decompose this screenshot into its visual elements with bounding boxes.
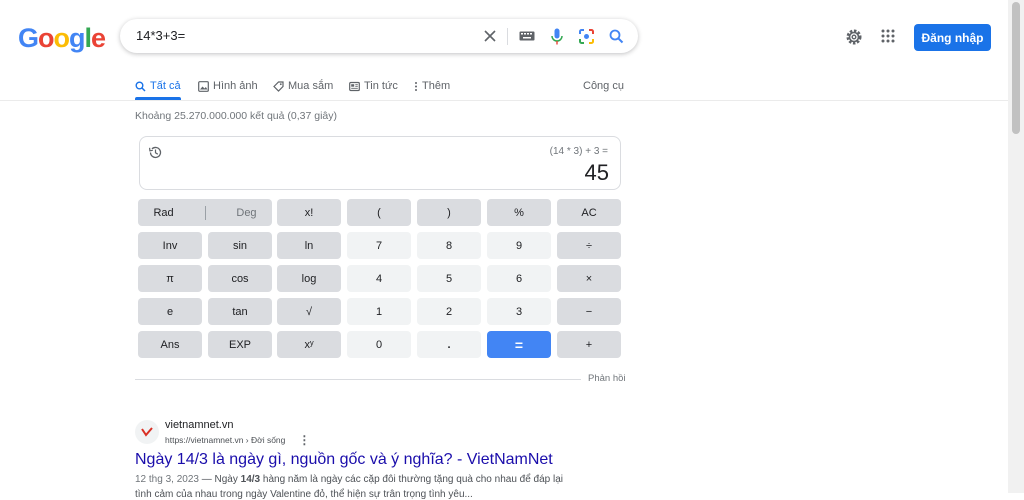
scrollbar-thumb[interactable] [1012,2,1020,134]
page-scrollbar[interactable] [1008,0,1024,493]
logo-letter: e [91,23,106,53]
apps-grid-icon[interactable] [880,28,898,46]
key-factorial[interactable]: x! [277,199,341,226]
key-divide[interactable]: ÷ [557,232,621,259]
search-icon [135,81,146,92]
key-multiply[interactable]: × [557,265,621,292]
tab-label: Thêm [422,80,451,92]
tab-more[interactable]: Thêm [414,75,450,97]
key-percent[interactable]: % [487,199,551,226]
key-e[interactable]: e [138,298,202,325]
site-url-row: https://vietnamnet.vn › Đời sống ⋮ [165,433,310,447]
snippet-text: — Ngày [198,474,241,485]
logo-letter: g [69,23,85,53]
key-decimal[interactable]: . [417,331,481,358]
divider [507,28,508,45]
key-tan[interactable]: tan [208,298,272,325]
search-icon[interactable] [606,26,626,46]
key-3[interactable]: 3 [487,298,551,325]
keyboard-icon[interactable] [517,26,537,46]
key-minus[interactable]: − [557,298,621,325]
key-5[interactable]: 5 [417,265,481,292]
logo-letter: G [18,23,39,53]
tab-label: Hình ảnh [213,80,258,92]
key-0[interactable]: 0 [347,331,411,358]
key-2[interactable]: 2 [417,298,481,325]
result-snippet-line2: tình cảm của nhau trong ngày Valentine đ… [135,489,473,500]
key-exp[interactable]: EXP [208,331,272,358]
snippet-highlight: 14/3 [240,474,261,485]
tag-icon [273,80,284,92]
tab-all[interactable]: Tất cả [135,75,181,100]
key-cos[interactable]: cos [208,265,272,292]
gear-icon[interactable] [845,28,863,51]
key-pi[interactable]: π [138,265,202,292]
key-open-paren[interactable]: ( [347,199,411,226]
history-icon[interactable] [148,145,163,165]
calculator-display: (14 * 3) + 3 = 45 [139,136,621,190]
logo-letter: o [38,23,54,53]
result-stats: Khoảng 25.270.000.000 kết quả (0,37 giây… [135,110,337,122]
tab-label: Tin tức [364,80,398,92]
close-icon[interactable] [480,26,500,46]
key-power[interactable]: xʸ [277,331,341,358]
key-ln[interactable]: ln [277,232,341,259]
feedback-link[interactable]: Phản hồi [588,373,626,384]
key-sqrt[interactable]: √ [277,298,341,325]
tools-button[interactable]: Công cụ [583,75,624,97]
key-equals[interactable]: = [487,331,551,358]
tab-shopping[interactable]: Mua sắm [273,75,333,97]
calculator-expression: (14 * 3) + 3 = [549,146,608,157]
snippet-date: 12 thg 3, 2023 [135,474,199,485]
result-snippet: 12 thg 3, 2023 — Ngày 14/3 hàng năm là n… [135,474,563,485]
key-log[interactable]: log [277,265,341,292]
sign-in-button[interactable]: Đăng nhập [914,24,991,51]
more-vert-icon [415,81,417,91]
tab-news[interactable]: Tin tức [349,75,398,97]
logo-letter: o [53,23,70,53]
key-1[interactable]: 1 [347,298,411,325]
key-inv[interactable]: Inv [138,232,202,259]
divider [135,379,581,380]
mic-icon[interactable] [547,26,567,46]
deg-label[interactable]: Deg [236,207,256,219]
image-icon [198,80,209,92]
search-tabs: Tất cả Hình ảnh Mua sắm Tin tức Thêm Côn… [0,75,1008,101]
rad-label[interactable]: Rad [153,207,173,219]
key-4[interactable]: 4 [347,265,411,292]
site-url[interactable]: https://vietnamnet.vn › Đời sống [165,435,285,445]
key-8[interactable]: 8 [417,232,481,259]
tab-images[interactable]: Hình ảnh [198,75,258,97]
search-input[interactable]: 14*3+3= [136,28,185,43]
key-9[interactable]: 9 [487,232,551,259]
google-logo[interactable]: Google [18,23,106,54]
result-title-link[interactable]: Ngày 14/3 là ngày gì, nguồn gốc và ý ngh… [135,451,553,469]
rad-deg-toggle[interactable]: Rad Deg [138,199,272,226]
camera-icon[interactable] [576,26,596,46]
more-options-icon[interactable]: ⋮ [298,433,310,447]
key-clear[interactable]: AC [557,199,621,226]
snippet-text: hàng năm là ngày các cặp đôi thường tặng… [260,474,564,485]
key-close-paren[interactable]: ) [417,199,481,226]
calculator-result: 45 [584,160,609,185]
key-6[interactable]: 6 [487,265,551,292]
tab-label: Tất cả [150,80,181,92]
key-plus[interactable]: + [557,331,621,358]
key-7[interactable]: 7 [347,232,411,259]
news-icon [349,81,360,91]
site-name[interactable]: vietnamnet.vn [165,419,233,431]
search-box[interactable]: 14*3+3= [120,19,638,53]
key-sin[interactable]: sin [208,232,272,259]
key-ans[interactable]: Ans [138,331,202,358]
divider [204,205,206,220]
site-favicon-icon[interactable] [135,420,159,444]
tab-label: Mua sắm [288,80,334,92]
